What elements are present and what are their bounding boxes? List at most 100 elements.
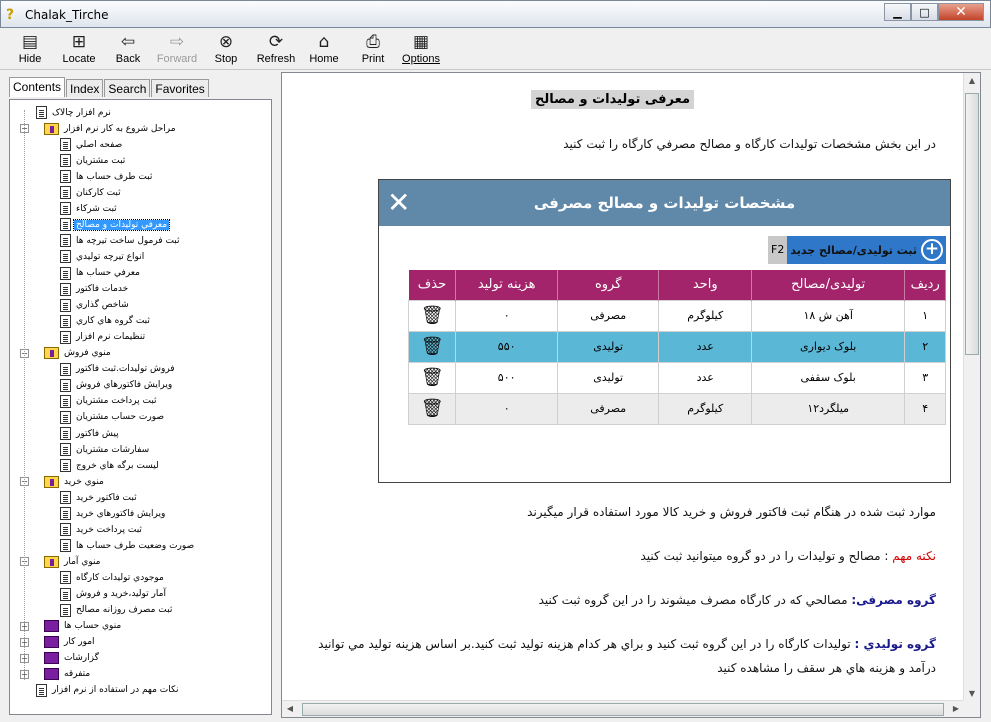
tree-item[interactable]: + منوي حساب ها <box>20 619 123 634</box>
tree-item[interactable]: فروش توليدات.ثبت فاکتور <box>60 362 177 377</box>
scroll-thumb[interactable] <box>302 703 944 716</box>
page-icon <box>60 218 71 232</box>
tab-contents[interactable]: Contents <box>9 77 66 97</box>
tree-item[interactable]: معرفي توليدات و مصالح <box>60 217 171 232</box>
minimize-button[interactable]: ▁ <box>884 3 911 21</box>
trash-icon: 🗑 <box>420 305 444 326</box>
title-bar: ? Chalak_Tirche ▁ □ ✕ <box>0 0 991 28</box>
tree-item[interactable]: موجودي توليدات کارگاه <box>60 570 166 585</box>
locate-button[interactable]: ⊞ Locate <box>55 32 103 65</box>
stop-button[interactable]: ⊗ Stop <box>202 32 250 65</box>
tree-item[interactable]: ثبت فاکتور خريد <box>60 490 139 505</box>
page-icon <box>60 603 71 617</box>
note-paragraph: نکته مهم : مصالح و تولیدات را در دو گروه… <box>640 549 937 563</box>
col-delete: حذف <box>408 270 457 300</box>
tab-index[interactable]: Index <box>66 79 104 97</box>
tree-item[interactable]: خدمات فاکتور <box>60 282 130 297</box>
tree-item-label: ثبت مصرف روزانه مصالح <box>76 605 173 616</box>
back-button[interactable]: ⇦ Back <box>104 32 152 65</box>
tree-item-label: ثبت مشتريان <box>76 155 126 166</box>
scroll-up-icon[interactable]: ▲ <box>964 73 980 89</box>
closed-book-icon <box>44 668 59 681</box>
tree-item[interactable]: آمار توليد،خريد و فروش <box>60 587 168 602</box>
page-icon <box>60 491 71 505</box>
tree-item[interactable]: ثبت پرداخت خريد <box>60 522 144 537</box>
important-page-icon <box>36 683 47 697</box>
tree-item[interactable]: − منوي آمار <box>20 554 103 569</box>
horizontal-scrollbar[interactable]: ◀ ▶ <box>282 700 964 717</box>
page-title: معرفی تولیدات و مصالح <box>530 90 694 109</box>
table-row: ۴ میلگرد۱۲ کیلوگرم مصرفی ۰ 🗑 <box>407 392 946 425</box>
tab-favorites[interactable]: Favorites <box>151 79 209 97</box>
page-icon <box>60 410 71 424</box>
trash-icon: 🗑 <box>420 336 444 357</box>
intro-text: در این بخش مشخصات تولیدات کارگاه و مصالح… <box>563 137 936 151</box>
page-icon <box>60 523 71 537</box>
tree-item[interactable]: ثبت پرداخت مشتريان <box>60 394 159 409</box>
refresh-button[interactable]: ⟳ Refresh <box>252 32 300 65</box>
tree-item-label: نرم افزار چالاک <box>52 107 111 118</box>
tree-item[interactable]: + گزارشات <box>20 651 101 666</box>
tree-item[interactable]: تنظيمات نرم افزار <box>60 330 147 345</box>
tree-item[interactable]: − مراحل شروع به کار نرم افزار <box>20 121 178 136</box>
tree-item[interactable]: ثبت فرمول ساخت تيرچه ها <box>60 233 182 248</box>
print-button[interactable]: ⎙ Print <box>349 32 397 65</box>
tree-item[interactable]: + متفرقه <box>20 667 92 682</box>
tree-item[interactable]: ثبت شرکاء <box>60 201 119 216</box>
tree-item[interactable]: ثبت مصرف روزانه مصالح <box>60 603 174 618</box>
home-button[interactable]: ⌂ Home <box>300 32 348 65</box>
tree-item[interactable]: − منوي خريد <box>20 474 106 489</box>
closed-book-icon <box>44 636 59 649</box>
tree-item[interactable]: معرفي حساب ها <box>60 266 142 281</box>
page-icon <box>60 443 71 457</box>
tree-item[interactable]: ويرايش فاکتورهاي خريد <box>60 506 167 521</box>
page-icon <box>36 106 47 119</box>
tree-item-label: ليست برگه هاي خروج <box>76 460 159 471</box>
tree-item[interactable]: پيش فاکتور <box>60 426 121 441</box>
tree-item[interactable]: صورت حساب مشتريان <box>60 410 166 425</box>
tree-item[interactable]: + امور کار <box>20 635 97 650</box>
tree-item[interactable]: ليست برگه هاي خروج <box>60 458 161 473</box>
page-icon <box>60 250 71 264</box>
table-row: ۱ آهن ش ۱۸ کیلوگرم مصرفی ۰ 🗑 <box>407 299 946 332</box>
forward-arrow-icon: ⇨ <box>169 32 185 52</box>
products-table: ردیف تولیدی/مصالح واحد گروه هزینه تولید … <box>407 270 946 425</box>
tree-item[interactable]: نرم افزار چالاک <box>36 105 113 120</box>
maximize-button[interactable]: □ <box>911 3 938 21</box>
tree-item[interactable]: شاخص گذاري <box>60 298 131 313</box>
closed-book-icon <box>44 652 59 665</box>
options-button[interactable]: ▦ Options <box>397 32 445 65</box>
scroll-left-icon[interactable]: ◀ <box>282 701 298 717</box>
help-icon: ? <box>6 7 15 23</box>
scroll-right-icon[interactable]: ▶ <box>948 701 964 717</box>
tree-item[interactable]: ثبت گروه هاي کاري <box>60 314 152 329</box>
tree-item[interactable]: صورت وضعيت طرف حساب ها <box>60 538 196 553</box>
close-button[interactable]: ✕ <box>938 3 984 21</box>
contents-tree[interactable]: نرم افزار چالاک − مراحل شروع به کار نرم اف… <box>9 99 272 715</box>
tree-item[interactable]: ويرايش فاکتورهاي فروش <box>60 378 174 393</box>
tree-item[interactable]: نکات مهم در استفاده از نرم افزار <box>36 683 180 698</box>
hide-button[interactable]: ▤ Hide <box>6 32 54 65</box>
vertical-scrollbar[interactable]: ▲ ▼ <box>963 73 980 702</box>
page-icon <box>60 362 71 376</box>
tree-item[interactable]: سفارشات مشتريان <box>60 442 151 457</box>
tree-item[interactable]: انواع تيرچه توليدي <box>60 249 146 264</box>
note-label: نکته مهم <box>892 549 936 563</box>
tree-item[interactable]: − منوي فروش <box>20 346 113 361</box>
tree-item-label: انواع تيرچه توليدي <box>76 251 145 262</box>
scroll-thumb[interactable] <box>965 93 979 355</box>
page-icon <box>60 202 71 216</box>
tree-item-label: ثبت طرف حساب ها <box>76 171 153 182</box>
tab-search[interactable]: Search <box>104 79 151 97</box>
back-arrow-icon: ⇦ <box>120 32 136 52</box>
tree-item[interactable]: ثبت طرف حساب ها <box>60 169 154 184</box>
tree-item-label: ثبت کارکنان <box>76 187 121 198</box>
tree-item[interactable]: ثبت مشتريان <box>60 153 127 168</box>
tree-item[interactable]: صفحه اصلي <box>60 137 124 152</box>
forward-button[interactable]: ⇨ Forward <box>153 32 201 65</box>
tree-item-label: شاخص گذاري <box>76 300 129 311</box>
tree-item-label: موجودي توليدات کارگاه <box>76 572 164 583</box>
tree-item[interactable]: ثبت کارکنان <box>60 185 123 200</box>
page-icon <box>60 587 71 601</box>
tree-item-label: خدمات فاکتور <box>76 284 129 295</box>
